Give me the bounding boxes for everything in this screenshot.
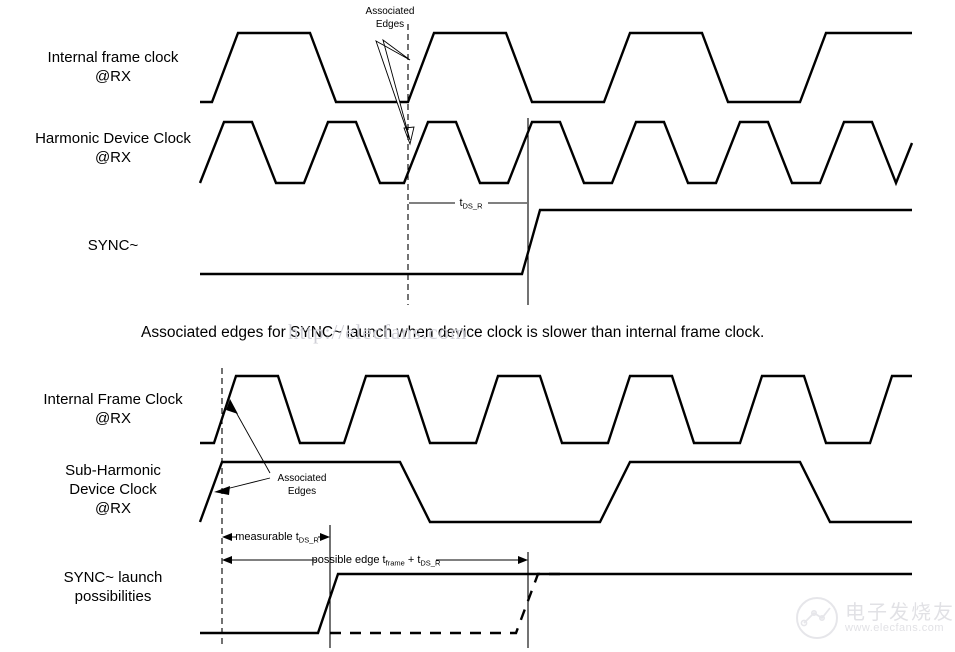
top-waveform-harmonic-device-clock — [198, 120, 914, 187]
bottom-label-sync-launch-line1: SYNC~ launch — [64, 569, 163, 586]
bottom-dim1-label: measurable tDS_R — [235, 531, 319, 545]
bottom-waveform-internal-frame-clock — [200, 374, 912, 445]
top-dimension-t-ds-r: tDS_R — [409, 197, 527, 211]
top-label-harmonic-device-clock-line2: @RX — [95, 149, 131, 166]
bottom-label-internal-frame-clock-line2: @RX — [95, 410, 131, 427]
bottom-label-sync-launch-line2: possibilities — [75, 588, 152, 605]
top-diagram: Internal frame clock @RX Harmonic Device… — [35, 6, 914, 305]
top-annotation-line1: Associated — [366, 6, 415, 17]
bottom-label-internal-frame-clock-line1: Internal Frame Clock — [43, 391, 183, 408]
bottom-label-sub-harmonic-line1: Sub-Harmonic — [65, 462, 161, 479]
bottom-waveform-sync-launch-solid — [200, 572, 912, 635]
top-annotation-leader-shape — [375, 38, 411, 141]
bottom-dim2-arrow-left — [222, 556, 232, 564]
bottom-dimension-measurable-t-ds-r: measurable tDS_R — [222, 531, 330, 545]
bottom-signal-labels: Internal Frame Clock @RX Sub-Harmonic De… — [43, 391, 183, 605]
top-dimension-label-t-ds-r: tDS_R — [459, 197, 483, 211]
bottom-dimension-possible-edge: possible edge tframe + tDS_R — [222, 554, 528, 568]
bottom-waveform-sync-launch-dashed — [330, 572, 560, 635]
bottom-dim1-arrow-left — [222, 533, 232, 541]
top-annotation-line2: Edges — [376, 19, 404, 30]
top-annotation-associated-edges: Associated Edges — [366, 6, 415, 146]
bottom-dim1-arrow-right — [320, 533, 330, 541]
bottom-label-sub-harmonic-line2: Device Clock — [69, 481, 157, 498]
top-signal-labels: Internal frame clock @RX Harmonic Device… — [35, 49, 191, 254]
figure-caption: Associated edges for SYNC~ launch when d… — [141, 324, 764, 341]
bottom-annotation-line2: Edges — [288, 486, 316, 497]
top-label-internal-frame-clock-line1: Internal frame clock — [48, 49, 179, 66]
top-waveform-internal-frame-clock — [200, 31, 912, 104]
bottom-diagram: Internal Frame Clock @RX Sub-Harmonic De… — [43, 368, 912, 648]
top-waveform-sync — [200, 208, 912, 276]
bottom-annotation-associated-edges: Associated Edges — [214, 399, 326, 497]
bottom-annotation-line1: Associated — [278, 473, 327, 484]
top-label-internal-frame-clock-line2: @RX — [95, 68, 131, 85]
top-label-harmonic-device-clock-line1: Harmonic Device Clock — [35, 130, 191, 147]
timing-diagram-svg: Internal frame clock @RX Harmonic Device… — [35, 6, 914, 648]
bottom-label-sub-harmonic-line3: @RX — [95, 500, 131, 517]
bottom-dim2-arrow-right — [518, 556, 528, 564]
timing-diagram-page: Internal frame clock @RX Harmonic Device… — [0, 0, 955, 652]
bottom-dim2-label: possible edge tframe + tDS_R — [312, 554, 441, 568]
top-label-sync: SYNC~ — [88, 237, 139, 254]
